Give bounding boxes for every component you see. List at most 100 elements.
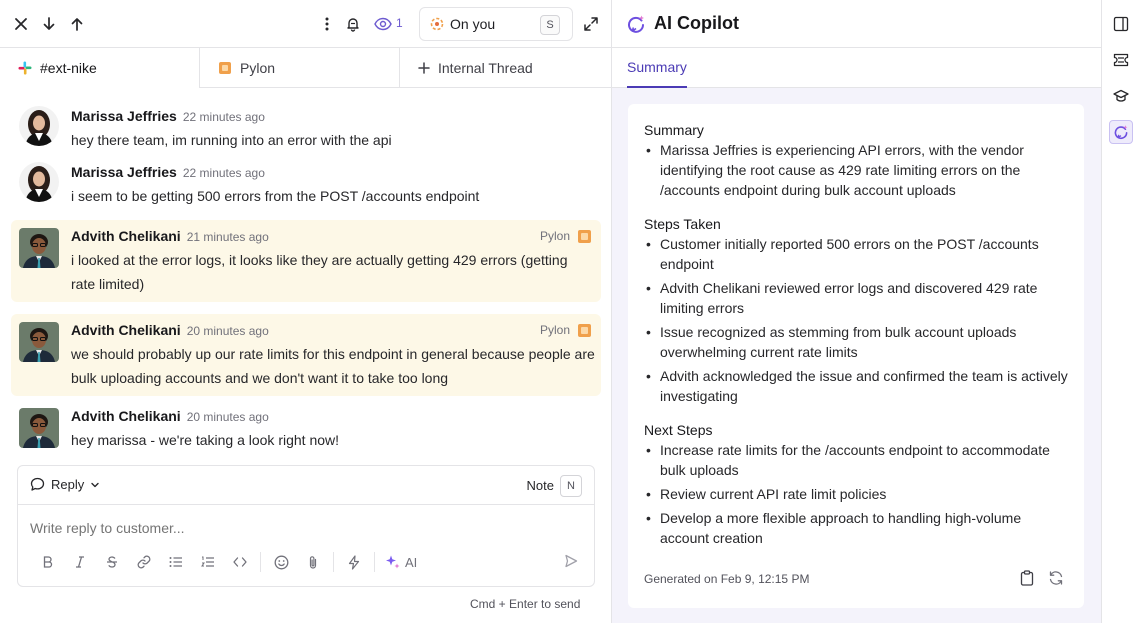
strikethrough-icon[interactable] (96, 552, 128, 572)
avatar (19, 408, 59, 448)
copilot-tabs: Summary (612, 48, 1101, 88)
toolbar-divider (374, 552, 375, 572)
message-time: 20 minutes ago (186, 324, 269, 338)
expand-icon[interactable] (579, 12, 603, 36)
message: Advith Chelikani 21 minutes ago Pylon i l… (11, 220, 601, 302)
bullet-item: Review current API rate limit policies (644, 484, 1068, 504)
tab-summary[interactable]: Summary (627, 48, 687, 88)
note-shortcut: N (560, 475, 582, 497)
graduation-cap-icon[interactable] (1109, 84, 1133, 108)
summary-section: Summary Marissa Jeffries is experiencing… (644, 120, 1068, 200)
ai-assist-button[interactable]: AI (379, 554, 417, 570)
emoji-icon[interactable] (265, 552, 297, 572)
bell-icon[interactable] (341, 12, 365, 36)
bullet-list: Increase rate limits for the /accounts e… (644, 440, 1068, 548)
summary-actions (1020, 570, 1064, 589)
bullet-item: Issue recognized as stemming from bulk a… (644, 322, 1068, 362)
bold-icon[interactable] (32, 552, 64, 572)
message: Advith Chelikani 20 minutes ago hey maris… (11, 400, 601, 454)
message-time: 21 minutes ago (186, 230, 269, 244)
tab-pylon[interactable]: Pylon (200, 48, 400, 88)
arrow-up-icon[interactable] (65, 12, 89, 36)
lightning-icon[interactable] (338, 552, 370, 572)
bullet-list-icon[interactable] (160, 552, 192, 572)
bullet-item: Advith acknowledged the issue and confir… (644, 366, 1068, 406)
tab-label: Pylon (240, 60, 276, 76)
author-name: Marissa Jeffries (71, 164, 177, 180)
composer-header: Reply Note N (18, 466, 594, 505)
message-time: 22 minutes ago (182, 110, 265, 124)
send-icon[interactable] (564, 554, 578, 571)
attachment-icon[interactable] (297, 552, 329, 572)
message-text: we should probably up our rate limits fo… (71, 346, 595, 386)
toolbar-divider (333, 552, 334, 572)
avatar (19, 162, 59, 202)
tab-label: Internal Thread (438, 60, 533, 76)
italic-icon[interactable] (64, 552, 96, 572)
watcher-count: 1 (396, 16, 403, 30)
message-text: hey there team, im running into an error… (71, 132, 392, 148)
chevron-down-icon (91, 482, 99, 487)
author-name: Marissa Jeffries (71, 108, 177, 124)
message-text: i looked at the error logs, it looks lik… (71, 252, 568, 292)
message-source: Pylon (540, 323, 591, 337)
arrow-down-icon[interactable] (37, 12, 61, 36)
clipboard-icon[interactable] (1020, 570, 1034, 589)
avatar (19, 106, 59, 146)
bullet-item: Develop a more flexible approach to hand… (644, 508, 1068, 548)
source-label: Pylon (539, 323, 570, 337)
message-text: hey marissa - we're taking a look right … (71, 432, 340, 448)
reply-input[interactable] (30, 520, 570, 536)
tab-label: #ext-nike (40, 60, 97, 76)
message: Advith Chelikani 20 minutes ago Pylon we … (11, 314, 601, 396)
numbered-list-icon[interactable] (192, 552, 224, 572)
send-shortcut-hint: Cmd + Enter to send (470, 597, 581, 611)
source-label: Pylon (539, 229, 570, 243)
bullet-list: Marissa Jeffries is experiencing API err… (644, 140, 1068, 200)
close-icon[interactable] (9, 12, 33, 36)
side-rail (1101, 0, 1139, 623)
reply-mode-button[interactable]: Reply (30, 477, 100, 492)
section-title: Next Steps (644, 422, 713, 438)
assignee-status-icon (430, 17, 444, 31)
plus-icon (418, 62, 430, 74)
bullet-list: Customer initially reported 500 errors o… (644, 234, 1068, 406)
code-icon[interactable] (224, 552, 256, 572)
author-name: Advith Chelikani (71, 322, 181, 338)
message-list: Marissa Jeffries 22 minutes ago hey there… (0, 88, 612, 464)
author-name: Advith Chelikani (71, 228, 181, 244)
link-icon[interactable] (128, 552, 160, 572)
toolbar-divider (260, 552, 261, 572)
message-author: Marissa Jeffries 22 minutes ago (71, 164, 265, 180)
message-time: 20 minutes ago (186, 410, 269, 424)
ticket-icon[interactable] (1109, 48, 1133, 72)
sidebar-icon[interactable] (1109, 12, 1133, 36)
conversation-toolbar: 1 On you S (0, 0, 612, 48)
assignee-label: On you (450, 16, 496, 32)
message-author: Advith Chelikani 21 minutes ago (71, 228, 269, 244)
eye-icon[interactable] (371, 12, 395, 36)
summary-card: Summary Marissa Jeffries is experiencing… (628, 104, 1084, 608)
section-title: Summary (644, 122, 704, 138)
note-toggle[interactable]: Note (527, 478, 554, 493)
pylon-icon (578, 323, 591, 337)
pylon-icon (218, 61, 232, 75)
bullet-item: Advith Chelikani reviewed error logs and… (644, 278, 1068, 318)
message: Marissa Jeffries 22 minutes ago i seem to… (11, 156, 601, 206)
more-vertical-icon[interactable] (315, 12, 339, 36)
next-steps-section: Next Steps Increase rate limits for the … (644, 420, 1068, 548)
copilot-header: AI Copilot (612, 0, 1101, 48)
assignee-select[interactable]: On you S (419, 7, 573, 41)
tab-ext-nike[interactable]: #ext-nike (0, 48, 200, 88)
thread-tabs: #ext-nike Pylon Internal Thread (0, 48, 612, 88)
tab-internal-thread[interactable]: Internal Thread (400, 48, 612, 88)
slack-icon (18, 61, 32, 75)
author-name: Advith Chelikani (71, 408, 181, 424)
reply-composer: Reply Note N Write reply to customer... … (17, 465, 595, 587)
message-author: Advith Chelikani 20 minutes ago (71, 408, 269, 424)
message: Marissa Jeffries 22 minutes ago hey there… (11, 100, 601, 150)
message-source: Pylon (540, 229, 591, 243)
ai-label: AI (405, 554, 418, 570)
copilot-icon[interactable] (1109, 120, 1133, 144)
refresh-icon[interactable] (1048, 570, 1064, 589)
